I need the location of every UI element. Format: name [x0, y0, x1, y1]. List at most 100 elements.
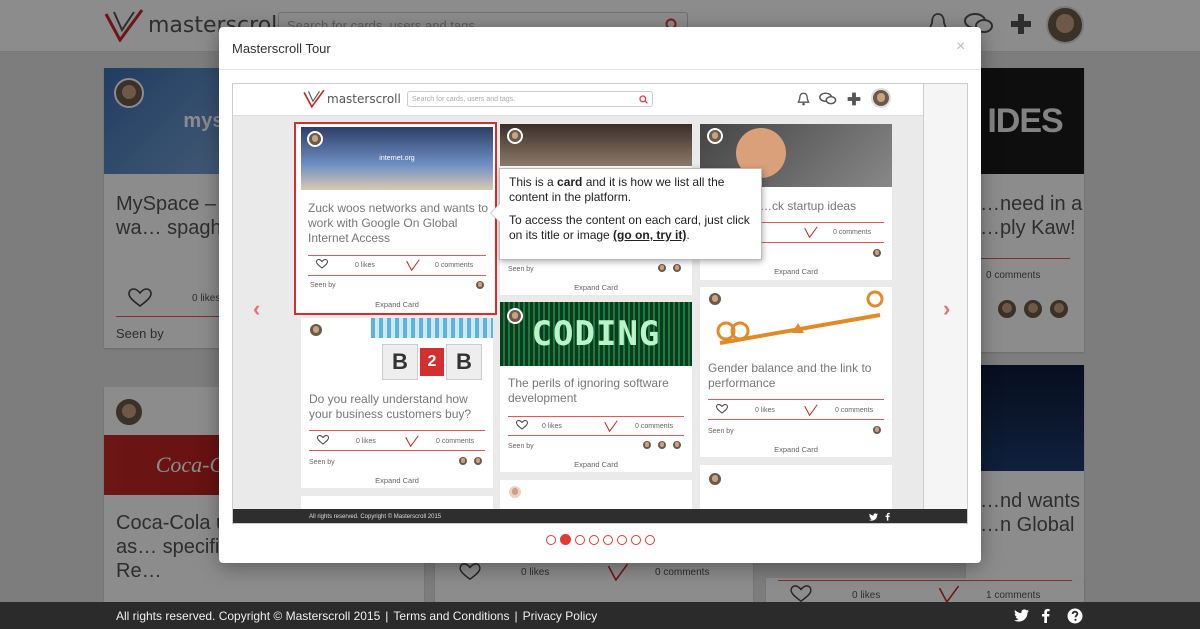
scroll-icon	[804, 226, 818, 238]
card-image-pattern	[371, 318, 493, 338]
card-title: Gender balance and the link to performan…	[708, 361, 872, 390]
expand-card-link: Expand Card	[574, 283, 618, 292]
divider	[309, 430, 485, 431]
heart-icon	[317, 435, 329, 445]
expand-card-link: Expand Card	[574, 460, 618, 469]
card-image: CODING	[500, 302, 692, 366]
pagination-dot[interactable]	[630, 535, 641, 545]
scroll-icon	[406, 259, 420, 271]
footer-separator: |	[514, 608, 518, 623]
viewer-avatar	[641, 439, 653, 451]
pagination-dot[interactable]	[644, 535, 655, 545]
divider	[708, 419, 884, 420]
search-icon	[639, 94, 648, 104]
logo-icon	[303, 89, 325, 108]
scroll-icon	[604, 420, 618, 432]
comments-count: 0 comments	[435, 262, 474, 269]
pagination-dot[interactable]	[545, 535, 556, 545]
pagination-dot[interactable]	[559, 534, 571, 545]
viewer-avatar	[871, 424, 883, 436]
expand-card-link: Expand Card	[774, 445, 818, 454]
author-avatar	[507, 308, 523, 324]
viewer-avatar	[671, 439, 683, 451]
divider	[308, 275, 486, 276]
viewer-avatar	[474, 279, 486, 291]
pagination-dot[interactable]	[602, 535, 613, 545]
card-title: Do you really understand how your busine…	[309, 392, 472, 421]
slide-footer-copyright: All rights reserved. Copyright © Masters…	[309, 514, 442, 520]
card-image[interactable]: internet.org	[301, 127, 493, 190]
twitter-icon[interactable]	[1014, 609, 1029, 622]
card-image	[500, 124, 692, 166]
viewer-avatar	[656, 439, 668, 451]
modal-header: Masterscroll Tour ×	[219, 27, 981, 70]
twitter-icon	[869, 513, 878, 521]
seen-by-label: Seen by	[508, 266, 534, 273]
comments-count: 0 comments	[436, 438, 475, 445]
highlighted-card[interactable]: internet.org Zuck woos networks and want…	[294, 122, 497, 315]
card-tooltip: This is a card and it is how we list all…	[490, 168, 762, 260]
seen-by-label: Seen by	[310, 282, 336, 289]
card-title[interactable]: Zuck woos networks and wants to work wit…	[308, 201, 490, 246]
likes-count: 0 likes	[356, 438, 376, 445]
pagination-dot[interactable]	[588, 535, 599, 545]
slide-card: B 2 B Do you really understand how your …	[301, 318, 493, 488]
seen-by-label: Seen by	[708, 428, 734, 435]
comments-count: 0 comments	[835, 407, 874, 414]
divider	[308, 255, 486, 256]
slide-pagination	[219, 534, 981, 545]
slide-user-avatar	[871, 88, 891, 108]
card-image-label: CODING	[531, 314, 661, 354]
next-slide-arrow[interactable]: ›	[943, 296, 950, 322]
author-avatar	[707, 291, 723, 307]
slide-search: Search for cards, users and tags.	[407, 91, 653, 107]
tour-modal: Masterscroll Tour × masterscroll Search …	[219, 27, 981, 563]
card-image-label: internet.org	[379, 155, 415, 162]
slide-logo-text: masterscroll	[327, 91, 401, 106]
terms-link[interactable]: Terms and Conditions	[393, 609, 509, 623]
seen-by-label: Seen by	[309, 459, 335, 466]
privacy-link[interactable]: Privacy Policy	[523, 609, 598, 623]
slide-footer: All rights reserved. Copyright © Masters…	[233, 509, 967, 523]
slide-card-partial	[700, 465, 892, 509]
expand-card-link[interactable]: Expand Card	[301, 300, 493, 309]
viewer-avatar	[457, 455, 469, 467]
block-letter: B	[382, 344, 418, 380]
comments-count: 0 comments	[635, 423, 674, 430]
card-image: B 2 B	[371, 338, 493, 386]
tooltip-bold: card	[557, 175, 583, 189]
author-avatar	[307, 131, 323, 147]
help-icon[interactable]	[1067, 608, 1083, 624]
page-footer: All rights reserved. Copyright © Masters…	[0, 602, 1200, 629]
viewer-avatar	[871, 247, 883, 259]
pagination-dot[interactable]	[616, 535, 627, 545]
likes-count: 0 likes	[542, 423, 562, 430]
pagination-dot[interactable]	[574, 535, 585, 545]
close-button[interactable]: ×	[956, 38, 965, 56]
tooltip-link[interactable]: (go on, try it)	[613, 228, 686, 242]
comments-count: 0 comments	[833, 229, 872, 236]
author-avatar	[507, 128, 523, 144]
prev-slide-arrow[interactable]: ‹	[253, 296, 260, 322]
expand-card-link: Expand Card	[774, 267, 818, 276]
divider	[508, 416, 684, 417]
balance-icon	[716, 290, 884, 345]
divider	[508, 435, 684, 436]
block-number: 2	[420, 348, 444, 376]
footer-copyright: All rights reserved. Copyright © Masters…	[116, 608, 381, 623]
bell-icon	[797, 92, 810, 106]
slide-card-partial	[301, 496, 493, 509]
heart-icon	[316, 259, 328, 269]
slide-card: Gender balance and the link to performan…	[700, 287, 892, 457]
add-icon	[847, 92, 861, 106]
tooltip-text: .	[686, 228, 690, 242]
author-avatar	[707, 471, 723, 487]
facebook-icon[interactable]	[1041, 608, 1050, 623]
slide-search-placeholder: Search for cards, users and tags.	[412, 95, 516, 103]
modal-title: Masterscroll Tour	[232, 41, 331, 56]
author-avatar	[507, 484, 523, 500]
expand-card-link: Expand Card	[375, 476, 419, 485]
slide-card: CODING The perils of ignoring software d…	[500, 302, 692, 472]
card-title: The perils of ignoring software developm…	[508, 376, 669, 405]
author-avatar	[707, 128, 723, 144]
